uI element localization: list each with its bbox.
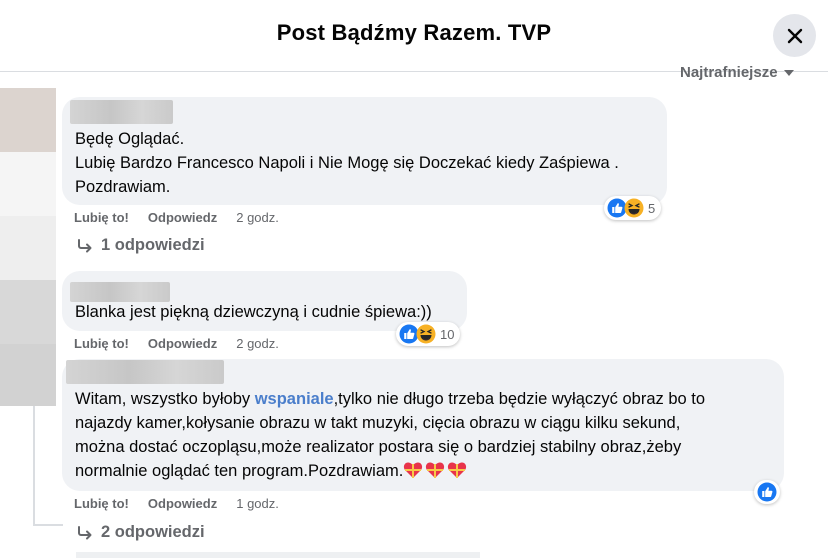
comment-text-line: Witam, wszystko byłoby wspaniale,tylko n… [75, 387, 705, 411]
avatar-blur [0, 216, 56, 280]
view-replies-link[interactable]: 2 odpowiedzi [77, 523, 205, 542]
reaction-summary[interactable]: 10 [396, 322, 461, 346]
comment-text-segment: Witam, wszystko byłoby [75, 390, 255, 408]
sort-dropdown[interactable]: Najtrafniejsze [680, 66, 794, 84]
reaction-summary[interactable]: 5 [604, 196, 662, 220]
avatar-blur [0, 152, 56, 216]
comment-actions: Lubię to! Odpowiedz 2 godz. [74, 336, 279, 351]
close-icon [787, 28, 802, 43]
heart-emoji-group [403, 459, 469, 483]
comment-timestamp[interactable]: 1 godz. [236, 496, 279, 511]
reply-arrow-icon [78, 525, 92, 539]
reply-button[interactable]: Odpowiedz [148, 336, 217, 351]
comment-text-segment: normalnie oglądać ten program.Pozdrawiam… [75, 462, 404, 480]
reaction-count: 5 [648, 200, 656, 216]
next-comment-blur [76, 552, 480, 558]
gift-heart-emoji-icon [448, 462, 467, 478]
comment-text-line: Pozdrawiam. [75, 178, 171, 196]
commenter-name-blurred[interactable] [70, 282, 170, 302]
commenter-name-blurred[interactable] [70, 100, 173, 124]
comment-text-line: normalnie oglądać ten program.Pozdrawiam… [75, 459, 469, 483]
chevron-down-icon [783, 70, 794, 76]
thread-line [33, 406, 35, 526]
haha-reaction-icon [416, 324, 436, 344]
reply-button[interactable]: Odpowiedz [148, 210, 217, 225]
reply-button[interactable]: Odpowiedz [148, 496, 217, 511]
comment-actions: Lubię to! Odpowiedz 2 godz. [74, 210, 279, 225]
comment-timestamp[interactable]: 2 godz. [236, 210, 279, 225]
gift-heart-emoji-icon [404, 462, 423, 478]
commenter-name-blurred[interactable] [66, 360, 224, 384]
highlighted-word-link[interactable]: wspaniale [255, 390, 334, 408]
haha-reaction-icon [624, 198, 644, 218]
like-button[interactable]: Lubię to! [74, 210, 129, 225]
sort-label: Najtrafniejsze [680, 66, 778, 81]
reply-arrow-icon [78, 238, 92, 252]
replies-count-label: 1 odpowiedzi [101, 236, 205, 254]
comment-text-line: Lubię Bardzo Francesco Napoli i Nie Mogę… [75, 154, 619, 172]
close-button[interactable] [773, 14, 816, 57]
reaction-summary[interactable] [754, 480, 780, 504]
comment-actions: Lubię to! Odpowiedz 1 godz. [74, 496, 279, 511]
view-replies-link[interactable]: 1 odpowiedzi [77, 236, 205, 255]
replies-count-label: 2 odpowiedzi [101, 523, 205, 541]
avatar-blur [0, 88, 56, 152]
avatar-blur [0, 280, 56, 344]
dialog-title: Post Bądźmy Razem. TVP [276, 20, 552, 45]
dialog-header: Post Bądźmy Razem. TVP [0, 0, 828, 72]
comment-text-line: najazdy kamer,kołysanie obrazu w takt mu… [75, 414, 681, 432]
comment-timestamp[interactable]: 2 godz. [236, 336, 279, 351]
thread-line [33, 524, 63, 526]
comment-text-line: Blanka jest piękną dziewczyną i cudnie ś… [75, 303, 432, 321]
gift-heart-emoji-icon [426, 462, 445, 478]
like-reaction-icon [757, 482, 777, 502]
like-button[interactable]: Lubię to! [74, 496, 129, 511]
comment-text-segment: ,tylko nie długo trzeba będzie wyłączyć … [333, 390, 706, 408]
comment-text-line: można dostać oczopląsu,może realizator p… [75, 438, 682, 456]
like-button[interactable]: Lubię to! [74, 336, 129, 351]
comment-text-line: Będę Oglądać. [75, 130, 185, 148]
avatar-blur [0, 344, 56, 406]
reaction-count: 10 [440, 326, 455, 342]
